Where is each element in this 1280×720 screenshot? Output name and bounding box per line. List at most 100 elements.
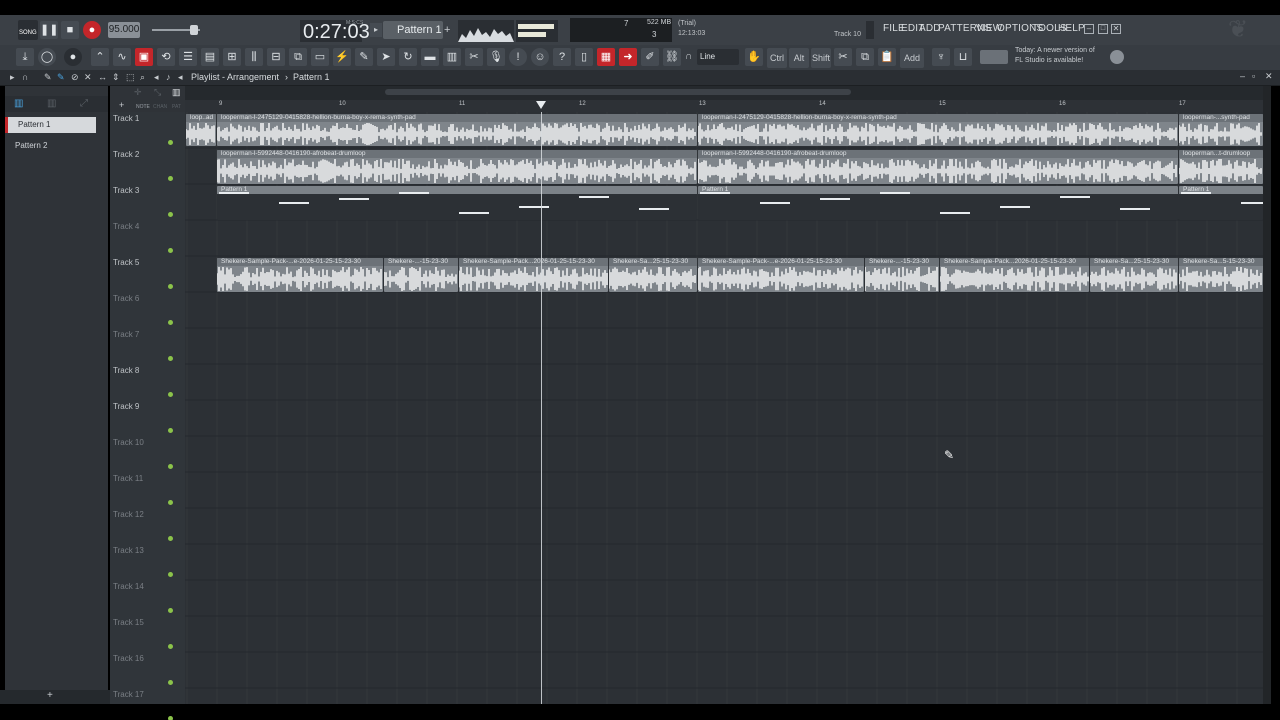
timeline-ruler[interactable]: 9 10 11 12 13 14 15 16 17: [185, 100, 1263, 112]
save-file-icon[interactable]: ▬: [421, 48, 439, 66]
audio-clip-shekere[interactable]: Shekere-...-15-23-30: [384, 258, 458, 292]
track-label-12[interactable]: Track 12: [113, 510, 144, 519]
track-enable-dot-17[interactable]: [168, 716, 173, 720]
track-label-1[interactable]: Track 1: [113, 114, 139, 123]
track-enable-dot-12[interactable]: [168, 536, 173, 541]
audio-clip-shekere[interactable]: Shekere-Sa...25-15-23-30: [1090, 258, 1178, 292]
news-dismiss-icon[interactable]: [1110, 50, 1124, 64]
help-icon[interactable]: ?: [553, 48, 571, 66]
vertical-scrollbar[interactable]: [1263, 86, 1271, 704]
wait-input-icon[interactable]: ∿: [113, 48, 131, 66]
picker-item-pattern-2[interactable]: Pattern 2: [5, 138, 96, 154]
next-icon[interactable]: ➜: [619, 48, 637, 66]
window-min-icon[interactable]: –: [1240, 71, 1245, 81]
track-enable-dot-3[interactable]: [168, 212, 173, 217]
zoom-tool-icon[interactable]: ⌕: [140, 72, 145, 83]
metronome-icon[interactable]: ◯: [38, 48, 56, 66]
track-enable-dot-2[interactable]: [168, 176, 173, 181]
plugin-picker-icon[interactable]: ⧉: [289, 48, 307, 66]
track-label-13[interactable]: Track 13: [113, 546, 144, 555]
piano-roll-icon[interactable]: ▤: [201, 48, 219, 66]
picker-auto-icon[interactable]: ⤢: [80, 98, 88, 109]
disk-icon[interactable]: ▥: [443, 48, 461, 66]
pattern-clip[interactable]: Pattern 1: [217, 186, 697, 220]
master-volume-knob[interactable]: [190, 25, 198, 35]
paste-icon[interactable]: 📋: [878, 48, 896, 66]
record-mode-icon[interactable]: ▦: [597, 48, 615, 66]
ctrl-key-button[interactable]: Ctrl: [767, 48, 787, 68]
stretch-icon[interactable]: ⤡: [154, 87, 161, 98]
horizontal-scrollbar[interactable]: [185, 86, 1263, 100]
pattern-mode-icon[interactable]: ▥: [172, 87, 181, 98]
menu-help[interactable]: HELP: [1058, 23, 1085, 34]
speaker-icon[interactable]: ♪: [166, 72, 171, 82]
audio-clip-drumloop[interactable]: looperman-l-5992448-0416190-afrobeat-dru…: [698, 150, 1178, 184]
delete-tool-icon[interactable]: ⊘: [71, 72, 79, 83]
audio-clip-shekere[interactable]: Shekere-Sample-Pack-...e-2026-01-25-15-2…: [217, 258, 383, 292]
microphone-icon[interactable]: 🎙: [487, 48, 505, 66]
stop-icon[interactable]: ■: [61, 21, 79, 39]
magnet-tool-icon[interactable]: ∩: [22, 72, 28, 82]
copy-icon[interactable]: ⧉: [856, 48, 874, 66]
playhead-marker[interactable]: [536, 101, 546, 109]
audio-clip-shekere[interactable]: Shekere-...-15-23-30: [865, 258, 939, 292]
track-enable-dot-16[interactable]: [168, 680, 173, 685]
audio-clip-shekere[interactable]: Shekere-Sample-Pack...2026-01-25-15-23-3…: [940, 258, 1089, 292]
undo-history-icon[interactable]: ↻: [399, 48, 417, 66]
pencil-icon[interactable]: ✐: [641, 48, 659, 66]
hand-icon[interactable]: ✋: [745, 48, 763, 66]
track-enable-dot-5[interactable]: [168, 284, 173, 289]
pattern-add-icon[interactable]: +: [444, 23, 454, 37]
track-label-4[interactable]: Track 4: [113, 222, 139, 231]
loop-record-icon[interactable]: ⟲: [157, 48, 175, 66]
browser-icon[interactable]: ⊟: [267, 48, 285, 66]
slice-tool-icon[interactable]: ⇕: [112, 72, 120, 83]
audio-clip-drumloop[interactable]: looperman-l-5992448-0416190-afrobeat-dru…: [217, 150, 697, 184]
track-enable-dot-14[interactable]: [168, 608, 173, 613]
typing-keyboard-icon[interactable]: ●: [64, 48, 82, 66]
track-label-8[interactable]: Track 8: [113, 366, 139, 375]
track-label-7[interactable]: Track 7: [113, 330, 139, 339]
track-label-17[interactable]: Track 17: [113, 690, 144, 699]
project-picker-icon[interactable]: ▭: [311, 48, 329, 66]
playlist-icon[interactable]: ☰: [179, 48, 197, 66]
track-label-16[interactable]: Track 16: [113, 654, 144, 663]
tempo-display[interactable]: 95.000: [108, 22, 140, 38]
add-track-icon[interactable]: +: [119, 100, 124, 110]
playback-tool-icon[interactable]: ◂: [154, 72, 159, 83]
audio-clip-synth-pad[interactable]: looperman-l-2475129-0415828-hellion-burn…: [698, 114, 1178, 146]
track-enable-dot-15[interactable]: [168, 644, 173, 649]
window-close-icon[interactable]: ✕: [1265, 71, 1273, 82]
close-icon[interactable]: ✕: [1111, 24, 1121, 34]
channel-rack-icon[interactable]: ⊞: [223, 48, 241, 66]
track-enable-dot-9[interactable]: [168, 428, 173, 433]
info-icon[interactable]: !: [509, 48, 527, 66]
paint-tool-icon[interactable]: ✎: [57, 72, 65, 83]
track-enable-dot-4[interactable]: [168, 248, 173, 253]
cut-icon[interactable]: ✂: [465, 48, 483, 66]
audio-clip-synth-pad[interactable]: looperman-l-2475129-0415828-hellion-burn…: [217, 114, 697, 146]
shift-key-button[interactable]: Shift: [811, 48, 831, 68]
pause-icon[interactable]: ❚❚: [40, 21, 58, 39]
snap-selector[interactable]: Line: [697, 49, 739, 65]
pattern-selector[interactable]: Pattern 1: [383, 21, 443, 39]
audio-clip-shekere[interactable]: Shekere-Sample-Pack-...e-2026-01-25-15-2…: [698, 258, 864, 292]
track-label-5[interactable]: Track 5: [113, 258, 139, 267]
audio-clip-shekere[interactable]: Shekere-Sample-Pack...2026-01-25-15-23-3…: [459, 258, 608, 292]
picker-audio-icon[interactable]: ▥: [47, 98, 56, 109]
track-label-10[interactable]: Track 10: [113, 438, 144, 447]
tuner-icon[interactable]: ♆: [932, 48, 950, 66]
window-arrow-icon[interactable]: ▸: [10, 72, 15, 83]
track-label-2[interactable]: Track 2: [113, 150, 139, 159]
title-arrow-icon[interactable]: ◂: [178, 72, 183, 83]
picker-pattern-icon[interactable]: ▥: [14, 98, 23, 109]
track-enable-dot-6[interactable]: [168, 320, 173, 325]
record-icon[interactable]: ●: [83, 21, 101, 39]
magnet-icon[interactable]: ∩: [685, 48, 697, 66]
track-label-6[interactable]: Track 6: [113, 294, 139, 303]
collapse-icon[interactable]: ✛: [134, 87, 142, 98]
save-icon[interactable]: ⤓: [16, 48, 34, 66]
master-volume-slider[interactable]: [152, 25, 200, 35]
track-enable-dot-7[interactable]: [168, 356, 173, 361]
scrollbar-thumb[interactable]: [385, 89, 851, 95]
